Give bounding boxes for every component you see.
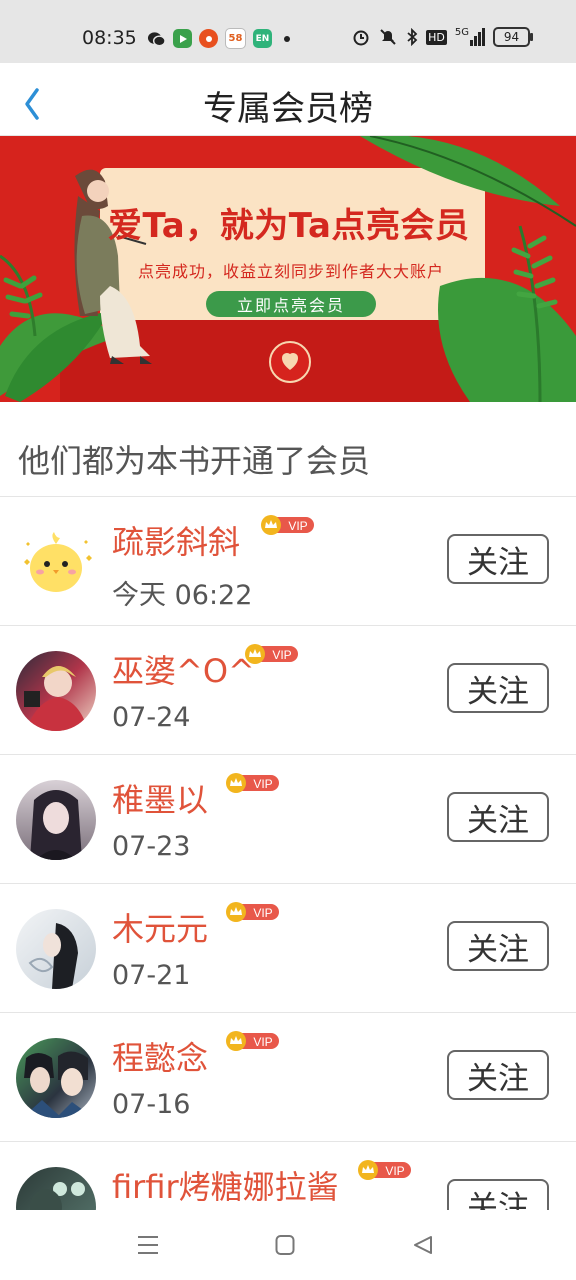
member-name[interactable]: 巫婆^O^ [112,646,255,692]
status-bar: 08:35 58 EN HD 5G 94 [0,0,576,63]
vip-badge: VIP [226,1031,279,1051]
follow-button[interactable]: 关注 [447,663,549,713]
back-triangle-icon[interactable] [412,1234,434,1256]
vip-badge: VIP [358,1160,411,1180]
banner-headline: 爱Ta，就为Ta点亮会员 [108,206,470,246]
status-indicators: HD 5G 94 [352,27,533,47]
status-time: 08:35 [82,27,137,49]
taobao-icon [199,29,218,48]
vip-label: VIP [272,648,291,662]
member-row[interactable]: 稚墨以 VIP 07-23 关注 [0,755,576,884]
menu-icon[interactable] [137,1234,159,1256]
member-date: 07-24 [112,702,191,733]
battery-indicator: 94 [493,27,533,47]
member-name[interactable]: 程懿念 [112,1033,208,1079]
follow-button[interactable]: 关注 [447,1179,549,1210]
vip-badge: VIP [226,773,279,793]
vip-badge: VIP [261,515,314,535]
avatar[interactable] [16,780,96,860]
alarm-icon [353,30,369,46]
status-app-icons: 58 EN [147,28,290,49]
member-list: 疏影斜斜 VIP 今天 06:22 关注 巫婆^O^ VIP 07-24 关注 [0,497,576,1210]
member-row[interactable]: 木元元 VIP 07-21 关注 [0,884,576,1013]
vip-badge: VIP [245,644,298,664]
banner-subline: 点亮成功，收益立刻同步到作者大大账户 [138,262,445,281]
avatar[interactable] [16,909,96,989]
video-app-icon [173,29,192,48]
member-row[interactable]: 程懿念 VIP 07-16 关注 [0,1013,576,1142]
bluetooth-icon [407,28,418,46]
system-nav-bar [0,1210,576,1280]
promo-banner[interactable]: 爱Ta，就为Ta点亮会员 点亮成功，收益立刻同步到作者大大账户 立即点亮会员 [0,136,576,402]
follow-button[interactable]: 关注 [447,921,549,971]
member-name[interactable]: 木元元 [112,904,208,950]
member-row[interactable]: 疏影斜斜 VIP 今天 06:22 关注 [0,497,576,626]
avatar[interactable] [16,1167,96,1210]
vip-badge: VIP [226,902,279,922]
member-date: 07-16 [112,1089,191,1120]
banner-cta-label: 立即点亮会员 [236,296,345,315]
member-name[interactable]: firfir烤糖娜拉酱 [112,1162,339,1208]
member-date: 07-23 [112,831,191,862]
wechat-icon [147,29,166,48]
more-notifications-dot [284,35,290,42]
avatar[interactable] [16,651,96,731]
vip-label: VIP [253,777,272,791]
member-row[interactable]: firfir烤糖娜拉酱 VIP 关注 [0,1142,576,1210]
vip-label: VIP [288,519,307,533]
follow-button[interactable]: 关注 [447,792,549,842]
member-name[interactable]: 疏影斜斜 [112,517,240,563]
avatar[interactable] [16,1038,96,1118]
vip-label: VIP [253,906,272,920]
section-title: 他们都为本书开通了会员 [18,442,371,480]
hd-icon: HD [426,29,447,45]
member-date: 今天 06:22 [112,580,253,611]
58-app-icon: 58 [225,28,246,49]
member-date: 07-21 [112,960,191,991]
vip-label: VIP [253,1035,272,1049]
banner-cta-button[interactable]: 立即点亮会员 [206,291,376,317]
top-app-bar: 专属会员榜 [0,63,576,136]
avatar[interactable] [16,522,96,602]
vip-label: VIP [385,1164,404,1178]
follow-button[interactable]: 关注 [447,534,549,584]
5g-signal-icon: 5G [455,28,485,46]
member-row[interactable]: 巫婆^O^ VIP 07-24 关注 [0,626,576,755]
en-app-icon: EN [253,29,272,48]
mute-icon [380,29,396,45]
member-name[interactable]: 稚墨以 [112,775,208,821]
page-title: 专属会员榜 [203,89,373,129]
follow-button[interactable]: 关注 [447,1050,549,1100]
home-icon[interactable] [275,1234,295,1256]
